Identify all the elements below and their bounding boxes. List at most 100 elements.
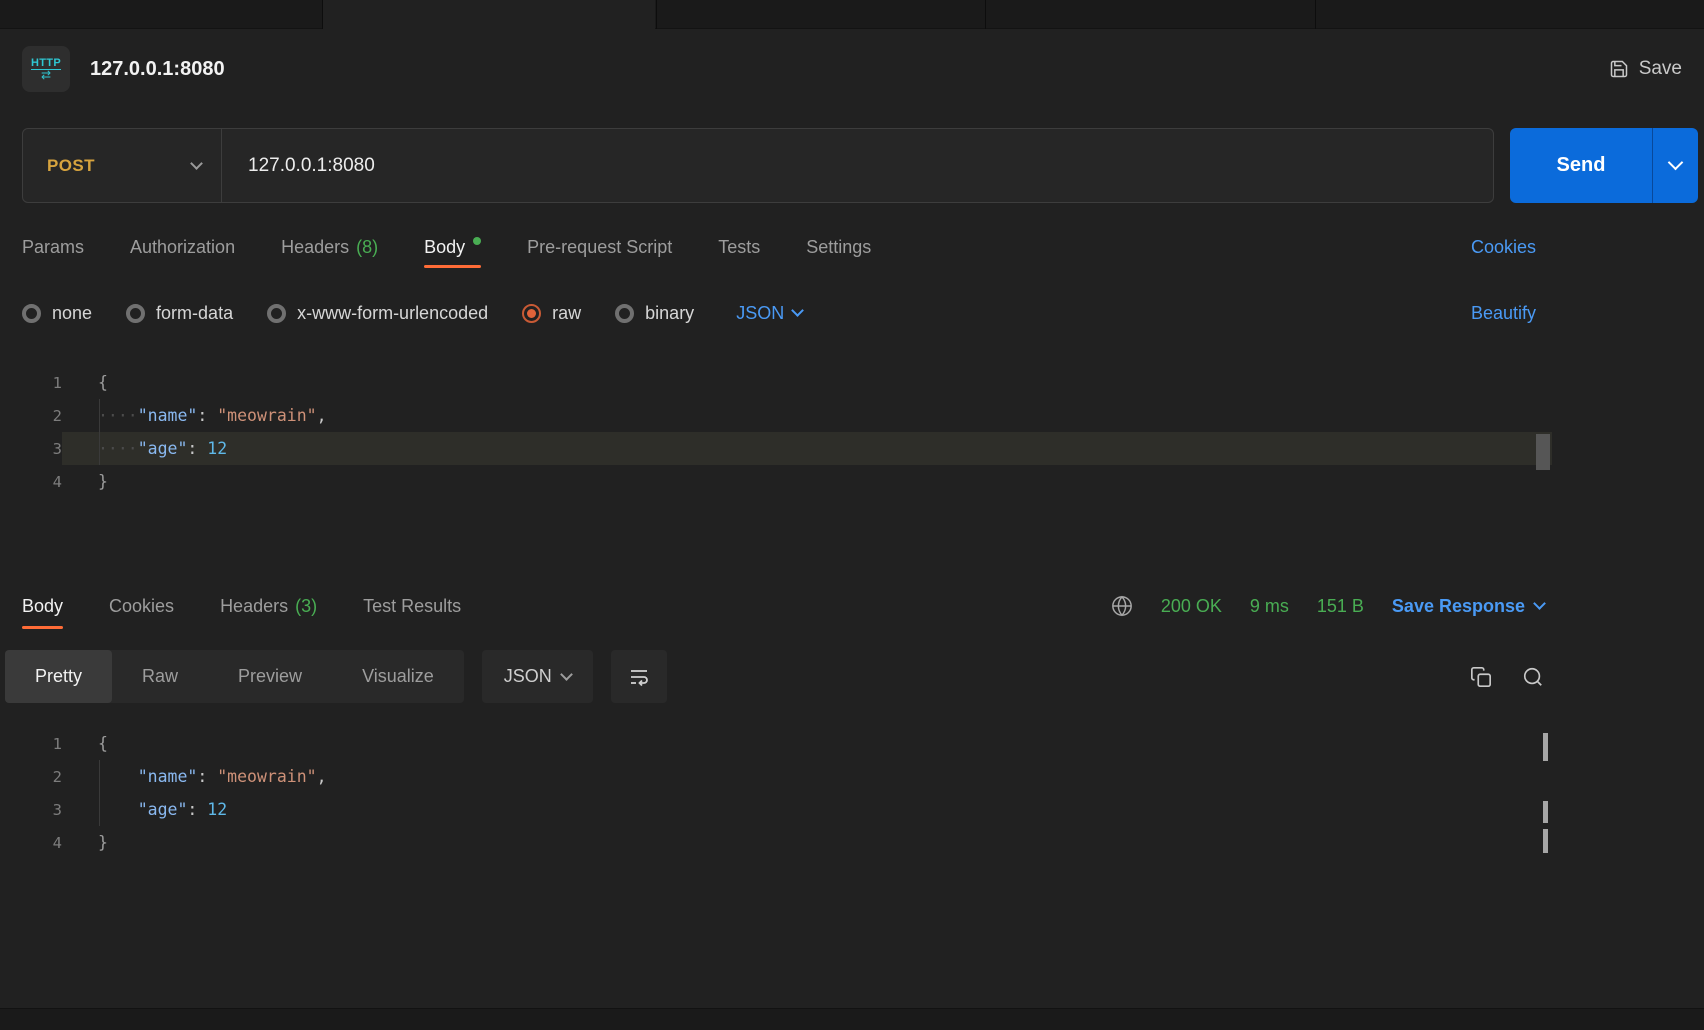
tab-settings[interactable]: Settings xyxy=(806,226,871,268)
tab-divider xyxy=(1315,0,1316,29)
view-tab-pretty[interactable]: Pretty xyxy=(5,650,112,703)
chevron-down-icon xyxy=(560,668,573,681)
method-label: POST xyxy=(47,156,95,176)
line-number: 1 xyxy=(0,374,62,392)
code-text: ····"age": 12 xyxy=(62,432,1552,465)
tab-divider xyxy=(985,0,986,29)
response-toolbar: Pretty Raw Preview Visualize JSON xyxy=(5,650,1544,703)
line-number: 3 xyxy=(0,440,62,458)
radio-icon xyxy=(22,304,41,323)
search-icon xyxy=(1522,666,1544,688)
save-button[interactable]: Save xyxy=(1609,58,1682,80)
response-body-viewer[interactable]: 1 { 2 "name": "meowrain", 3 "age": 12 4 … xyxy=(0,727,1552,877)
save-label: Save xyxy=(1639,58,1682,80)
overview-ruler-mark xyxy=(1543,801,1548,823)
response-header: Body Cookies Headers(3) Test Results 200… xyxy=(22,583,1544,629)
send-options-button[interactable] xyxy=(1652,128,1698,203)
code-line: 1 { xyxy=(0,727,1552,760)
response-time: 9 ms xyxy=(1250,596,1289,617)
line-number: 2 xyxy=(0,768,62,786)
chevron-down-icon xyxy=(190,157,203,170)
http-request-icon: HTTP ⇄ xyxy=(22,46,70,92)
footer-bar xyxy=(0,1008,1704,1030)
code-text: { xyxy=(62,366,1552,399)
url-input[interactable]: 127.0.0.1:8080 xyxy=(222,155,1493,177)
tab-authorization[interactable]: Authorization xyxy=(130,226,235,268)
code-line: 2 "name": "meowrain", xyxy=(0,760,1552,793)
radio-form-data[interactable]: form-data xyxy=(126,303,233,324)
save-icon xyxy=(1609,59,1629,79)
code-line: 4 } xyxy=(0,465,1552,498)
method-select[interactable]: POST xyxy=(23,156,221,176)
tab-tests[interactable]: Tests xyxy=(718,226,760,268)
line-number: 4 xyxy=(0,473,62,491)
search-button[interactable] xyxy=(1522,666,1544,688)
url-box: POST 127.0.0.1:8080 xyxy=(22,128,1494,203)
radio-icon xyxy=(615,304,634,323)
code-text: } xyxy=(62,465,1552,498)
body-language-select[interactable]: JSON xyxy=(736,303,802,324)
response-meta: 200 OK 9 ms 151 B Save Response xyxy=(1111,595,1544,617)
active-request-tab[interactable] xyxy=(323,0,655,30)
view-tab-visualize[interactable]: Visualize xyxy=(332,650,464,703)
code-text: ····"name": "meowrain", xyxy=(62,399,1552,432)
request-body-editor[interactable]: 1 { 2 ····"name": "meowrain", 3 ····"age… xyxy=(0,366,1552,566)
copy-icon xyxy=(1470,666,1492,688)
overview-ruler-mark xyxy=(1543,733,1548,761)
code-text: { xyxy=(62,727,1552,760)
tab-pre-request-script[interactable]: Pre-request Script xyxy=(527,226,672,268)
view-tab-raw[interactable]: Raw xyxy=(112,650,208,703)
request-url-row: POST 127.0.0.1:8080 Send xyxy=(22,128,1698,203)
send-label[interactable]: Send xyxy=(1510,128,1652,203)
radio-binary[interactable]: binary xyxy=(615,303,694,324)
save-response-button[interactable]: Save Response xyxy=(1392,596,1544,617)
copy-button[interactable] xyxy=(1470,666,1492,688)
view-tab-preview[interactable]: Preview xyxy=(208,650,332,703)
response-tab-test-results[interactable]: Test Results xyxy=(363,583,461,629)
chevron-down-icon xyxy=(1533,597,1546,610)
request-title: 127.0.0.1:8080 xyxy=(90,58,225,81)
radio-none[interactable]: none xyxy=(22,303,92,324)
indent-guide xyxy=(99,399,100,465)
request-header: HTTP ⇄ 127.0.0.1:8080 Save xyxy=(22,44,1682,94)
tab-divider xyxy=(322,0,323,29)
tab-params[interactable]: Params xyxy=(22,226,84,268)
beautify-link[interactable]: Beautify xyxy=(1471,303,1536,324)
cookies-link[interactable]: Cookies xyxy=(1471,237,1536,258)
response-tab-cookies[interactable]: Cookies xyxy=(109,583,174,629)
response-tab-body[interactable]: Body xyxy=(22,583,63,629)
line-number: 1 xyxy=(0,735,62,753)
overview-ruler-mark xyxy=(1543,829,1548,853)
radio-icon xyxy=(267,304,286,323)
response-view-switch: Pretty Raw Preview Visualize xyxy=(5,650,464,703)
response-size: 151 B xyxy=(1317,596,1364,617)
code-text: "name": "meowrain", xyxy=(62,760,1552,793)
radio-raw[interactable]: raw xyxy=(522,303,581,324)
response-tab-headers[interactable]: Headers(3) xyxy=(220,583,317,629)
headers-count-badge: (8) xyxy=(356,237,378,258)
network-globe-icon xyxy=(1111,595,1133,617)
code-text: "age": 12 xyxy=(62,793,1552,826)
code-line: 1 { xyxy=(0,366,1552,399)
response-language-select[interactable]: JSON xyxy=(482,650,593,703)
status-badge: 200 OK xyxy=(1161,596,1222,617)
response-headers-count-badge: (3) xyxy=(295,596,317,617)
wrap-line-icon xyxy=(627,665,651,689)
line-number: 4 xyxy=(0,834,62,852)
tab-divider xyxy=(656,0,657,29)
radio-x-www-form-urlencoded[interactable]: x-www-form-urlencoded xyxy=(267,303,488,324)
send-button[interactable]: Send xyxy=(1510,128,1698,203)
body-mode-row: none form-data x-www-form-urlencoded raw… xyxy=(22,294,1536,332)
tab-body[interactable]: Body xyxy=(424,226,481,268)
editor-scrollbar[interactable] xyxy=(1536,434,1550,470)
radio-icon xyxy=(126,304,145,323)
line-number: 2 xyxy=(0,407,62,425)
code-text: } xyxy=(62,826,1552,859)
tab-headers[interactable]: Headers(8) xyxy=(281,226,378,268)
request-tabs: Params Authorization Headers(8) Body Pre… xyxy=(22,226,1536,268)
code-line: 3 "age": 12 xyxy=(0,793,1552,826)
wrap-lines-button[interactable] xyxy=(611,650,667,703)
indent-guide xyxy=(99,760,100,826)
line-number: 3 xyxy=(0,801,62,819)
app-tab-bar xyxy=(0,0,1704,29)
